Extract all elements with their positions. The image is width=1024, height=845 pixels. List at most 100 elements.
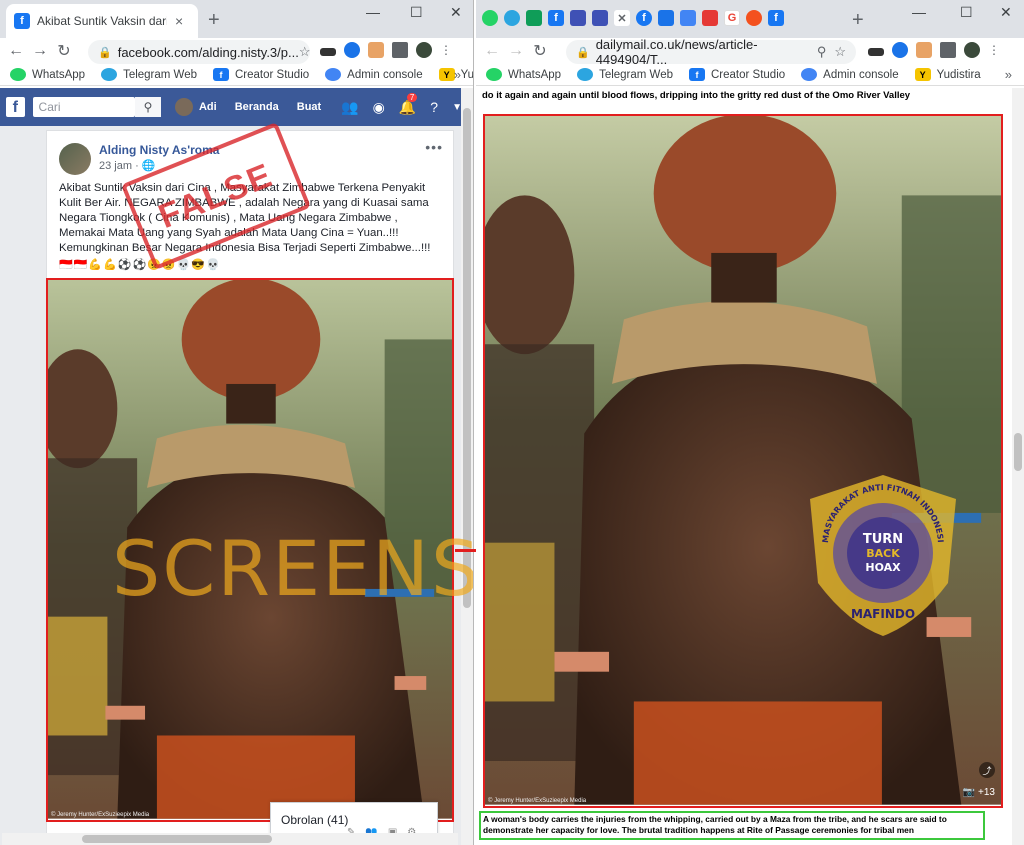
reload-icon[interactable]: ↻ xyxy=(52,41,76,61)
translate-tab-icon[interactable] xyxy=(680,10,696,26)
facebook-icon: f xyxy=(689,68,705,81)
profile-icon[interactable] xyxy=(416,42,432,58)
bookmark-telegram[interactable]: Telegram Web xyxy=(577,68,673,81)
c-extension-icon[interactable] xyxy=(344,42,360,58)
facebook-logo-icon[interactable]: f xyxy=(6,97,25,117)
extensions-area: ⋮ xyxy=(868,42,1000,58)
left-browser-window: f Akibat Suntik Vaksin dari Cina , M × +… xyxy=(0,0,474,845)
share-icon[interactable]: ⤴ xyxy=(979,762,995,778)
bookmarks-bar: WhatsApp Telegram Web f Creator Studio Ad… xyxy=(476,64,1024,86)
facebook-tab-icon-3[interactable]: f xyxy=(768,10,784,26)
zoom-icon[interactable]: ⚲ xyxy=(817,44,827,60)
bookmark-whatsapp[interactable]: WhatsApp xyxy=(486,68,561,81)
forward-icon[interactable]: → xyxy=(504,42,528,60)
yudistira-icon: Y xyxy=(438,68,455,81)
scrollbar-thumb[interactable] xyxy=(1014,433,1022,471)
new-tab-button[interactable]: + xyxy=(208,9,220,32)
more-bookmarks-icon[interactable]: » xyxy=(454,67,461,82)
post-options-icon[interactable]: ••• xyxy=(425,139,443,155)
nav-create-link[interactable]: Buat xyxy=(297,101,321,113)
right-browser-window: f ✕ f G f + — ☐ ✕ ← → ↻ 🔒 dailymail.co.u… xyxy=(476,0,1024,845)
friends-icon[interactable]: 👥 xyxy=(341,99,358,116)
vertical-scrollbar[interactable] xyxy=(1012,88,1024,845)
post-timestamp[interactable]: 23 jam · 🌐 xyxy=(99,159,156,172)
star-icon[interactable]: ☆ xyxy=(299,44,311,60)
forward-icon[interactable]: → xyxy=(28,42,52,60)
horizontal-scrollbar-thumb[interactable] xyxy=(82,835,272,843)
nav-home-link[interactable]: Beranda xyxy=(235,101,279,113)
vertical-scrollbar[interactable] xyxy=(461,88,473,845)
extension-tab-icon[interactable] xyxy=(658,10,674,26)
close-tab-icon[interactable]: × xyxy=(175,13,183,29)
telegram-icon xyxy=(577,68,594,81)
article-photo[interactable]: © Jeremy Hunter/ExSuzieepix Media ⤴ 📷 +13 xyxy=(483,114,1003,808)
address-bar[interactable]: 🔒 dailymail.co.uk/news/article-4494904/T… xyxy=(566,37,856,67)
facebook-icon: f xyxy=(213,68,229,81)
messenger-icon[interactable]: ◉ xyxy=(373,99,385,116)
facebook-icon: f xyxy=(14,13,30,29)
horizontal-scrollbar[interactable] xyxy=(2,833,458,845)
bookmark-whatsapp[interactable]: WhatsApp xyxy=(10,68,85,81)
menu-icon[interactable]: ⋮ xyxy=(988,43,1000,57)
photo-gallery-button[interactable]: 📷 +13 xyxy=(963,787,995,798)
incognito-extension-icon[interactable] xyxy=(868,48,884,56)
c-extension-icon[interactable] xyxy=(892,42,908,58)
telegram-tab-icon[interactable] xyxy=(504,10,520,26)
puzzle-icon[interactable] xyxy=(392,42,408,58)
bookmark-admin-console[interactable]: Admin console xyxy=(801,68,899,81)
sheets-tab-icon[interactable] xyxy=(526,10,542,26)
badge-line3: HOAX xyxy=(865,561,901,574)
play-tab-icon-2[interactable] xyxy=(592,10,608,26)
maximize-icon[interactable]: ☐ xyxy=(960,4,973,21)
back-icon[interactable]: ← xyxy=(480,42,504,60)
help-icon[interactable]: ? xyxy=(430,99,438,115)
facebook-search-input[interactable]: Cari xyxy=(32,97,136,117)
author-avatar[interactable] xyxy=(59,143,91,175)
search-icon[interactable]: ⚲ xyxy=(135,97,161,117)
url-text: facebook.com/alding.nisty.3/p... xyxy=(117,44,299,60)
photo-caption: A woman's body carries the injuries from… xyxy=(479,811,985,840)
active-tab-close-icon[interactable]: ✕ xyxy=(614,10,630,26)
avatar-extension-icon[interactable] xyxy=(368,42,384,58)
back-icon[interactable]: ← xyxy=(4,42,28,60)
globe-icon: 🌐 xyxy=(141,160,156,172)
facebook-tab-icon-2[interactable]: f xyxy=(636,10,652,26)
more-bookmarks-icon[interactable]: » xyxy=(1005,67,1012,82)
play-tab-icon[interactable] xyxy=(570,10,586,26)
new-tab-button[interactable]: + xyxy=(852,9,864,32)
tab-facebook-post[interactable]: f Akibat Suntik Vaksin dari Cina , M × xyxy=(6,4,198,38)
notifications-icon[interactable]: 🔔 7 xyxy=(399,92,418,116)
yudistira-icon: Y xyxy=(914,68,931,81)
facebook-user-link[interactable]: Adi xyxy=(174,98,217,116)
photo-credit: © Jeremy Hunter/ExSuzieepix Media xyxy=(488,798,587,804)
close-window-icon[interactable]: ✕ xyxy=(1000,4,1012,21)
address-bar[interactable]: 🔒 facebook.com/alding.nisty.3/p... ☆ xyxy=(88,40,311,64)
star-icon[interactable]: ☆ xyxy=(834,44,846,60)
admin-icon xyxy=(325,68,342,81)
close-window-icon[interactable]: ✕ xyxy=(450,4,462,21)
incognito-extension-icon[interactable] xyxy=(320,48,336,56)
reload-icon[interactable]: ↻ xyxy=(528,41,552,61)
whatsapp-tab-icon[interactable] xyxy=(482,10,498,26)
menu-icon[interactable]: ⋮ xyxy=(440,43,452,57)
blogger-tab-icon[interactable] xyxy=(746,10,762,26)
profile-icon[interactable] xyxy=(964,42,980,58)
google-tab-icon[interactable]: G xyxy=(724,10,740,26)
bookmark-creator-studio[interactable]: f Creator Studio xyxy=(213,68,309,81)
pinned-tabs: f ✕ f G f xyxy=(482,10,784,26)
puzzle-icon[interactable] xyxy=(940,42,956,58)
maximize-icon[interactable]: ☐ xyxy=(410,4,423,21)
bookmark-yudistira[interactable]: YYudistira xyxy=(914,68,981,81)
camera-icon: 📷 xyxy=(962,787,976,798)
facebook-tab-icon[interactable]: f xyxy=(548,10,564,26)
bookmark-admin-console[interactable]: Admin console xyxy=(325,68,423,81)
bookmark-creator-studio[interactable]: f Creator Studio xyxy=(689,68,785,81)
photo-credit: © Jeremy Hunter/ExSuzieepix Media xyxy=(51,812,150,818)
bookmark-telegram[interactable]: Telegram Web xyxy=(101,68,197,81)
admin-icon xyxy=(801,68,818,81)
whatsapp-icon xyxy=(10,68,26,81)
avatar-extension-icon[interactable] xyxy=(916,42,932,58)
minimize-icon[interactable]: — xyxy=(366,4,380,20)
magnet-tab-icon[interactable] xyxy=(702,10,718,26)
minimize-icon[interactable]: — xyxy=(912,4,926,20)
